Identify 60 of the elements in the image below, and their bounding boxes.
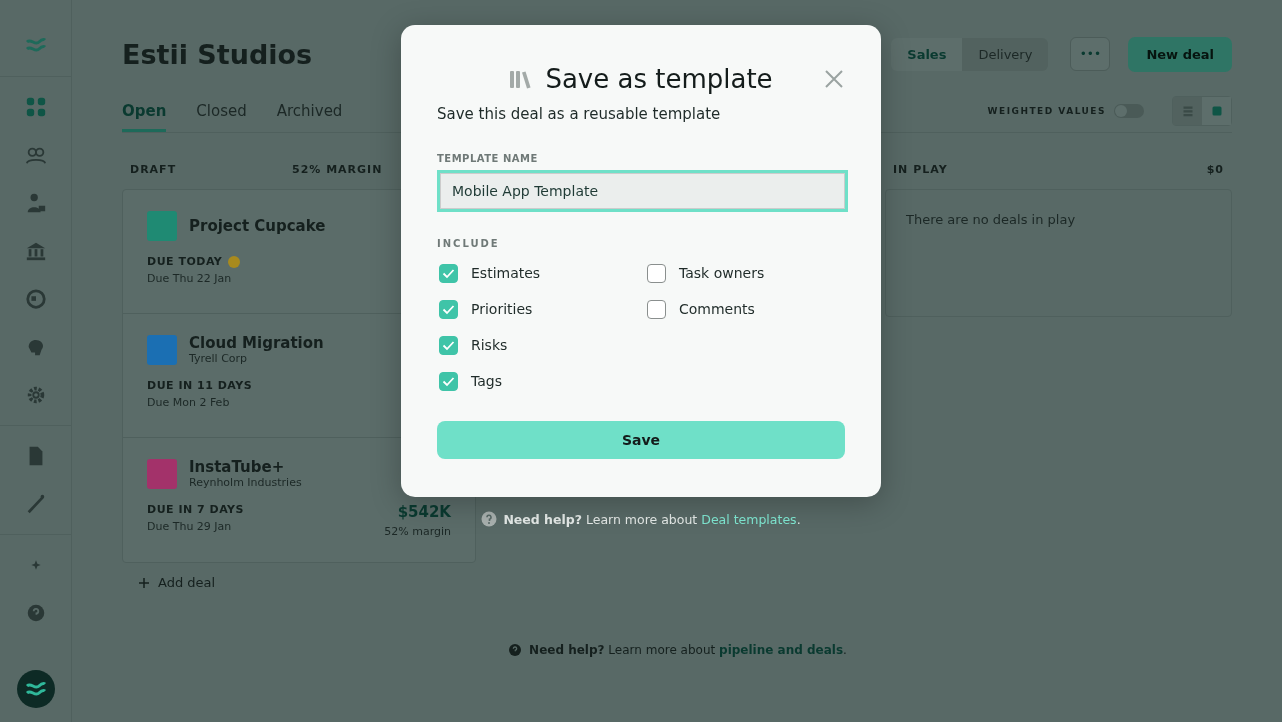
close-icon[interactable] bbox=[823, 68, 845, 90]
column-summary: 52% MARGIN bbox=[292, 162, 383, 176]
column-summary: $0 bbox=[1206, 162, 1224, 176]
grid-icon[interactable] bbox=[24, 96, 47, 118]
view-toggle[interactable]: Sales bbox=[891, 37, 963, 71]
due-date: Due Thu 22 Jan bbox=[147, 272, 233, 285]
avatar[interactable] bbox=[16, 670, 55, 708]
deal-value: $542K bbox=[396, 503, 451, 521]
view-mode-button[interactable] bbox=[1173, 97, 1202, 125]
toggle-label: WEIGHTED VALUES bbox=[987, 106, 1106, 116]
section-label: INCLUDE bbox=[437, 238, 501, 249]
checkbox-label: Task owners bbox=[679, 265, 765, 281]
add-deal-link[interactable]: Add deal bbox=[158, 575, 216, 590]
checkbox[interactable] bbox=[439, 335, 458, 355]
deal-name[interactable]: Cloud Migration bbox=[189, 334, 324, 352]
plus-icon bbox=[138, 576, 150, 589]
books-icon bbox=[509, 68, 532, 90]
checkbox-label: Priorities bbox=[471, 301, 533, 317]
checkbox-label: Risks bbox=[471, 337, 508, 353]
due-label: DUE IN 11 DAYS bbox=[147, 379, 253, 392]
checkbox[interactable] bbox=[647, 263, 666, 283]
more-button[interactable]: ••• bbox=[1070, 37, 1111, 71]
checkbox[interactable] bbox=[439, 299, 458, 319]
due-label: DUE IN 7 DAYS bbox=[147, 503, 244, 516]
save-button[interactable]: Save bbox=[437, 421, 845, 459]
client-name: Tyrell Corp bbox=[189, 352, 249, 365]
new-deal-button[interactable]: New deal bbox=[1128, 36, 1232, 72]
help-text: Need help? Learn more about pipeline and deals. bbox=[529, 643, 847, 657]
page-title: Estii Studios bbox=[122, 38, 314, 70]
checkbox-label: Comments bbox=[679, 301, 755, 317]
tab[interactable]: Open bbox=[122, 90, 167, 132]
deal-name[interactable]: Project Cupcake bbox=[189, 216, 326, 235]
column-title: DRAFT bbox=[130, 162, 178, 176]
help-icon bbox=[481, 511, 498, 527]
checkbox[interactable] bbox=[439, 263, 458, 283]
help-link[interactable]: Deal templates bbox=[701, 511, 797, 527]
checkbox-label: Estimates bbox=[471, 265, 541, 281]
deal-name[interactable]: InstaTube+ bbox=[189, 458, 302, 476]
due-date: Due Thu 29 Jan bbox=[147, 520, 233, 533]
tab[interactable]: Archived bbox=[276, 90, 343, 132]
column-title: IN PLAY bbox=[893, 162, 949, 176]
help-text: Need help? Learn more about Deal templates. bbox=[503, 511, 801, 527]
due-label: DUE TODAY bbox=[147, 255, 223, 268]
checkbox-label: Tags bbox=[471, 373, 502, 389]
tab[interactable]: Closed bbox=[196, 90, 247, 132]
checkbox[interactable] bbox=[439, 371, 458, 391]
dialog-title: Save as template bbox=[545, 64, 773, 94]
bank-icon[interactable] bbox=[24, 240, 47, 262]
empty-state: There are no deals in play bbox=[885, 189, 1232, 317]
template-name-field[interactable]: Mobile App Template bbox=[437, 170, 848, 212]
view-toggle[interactable]: Delivery bbox=[962, 37, 1049, 71]
due-date: Due Mon 2 Feb bbox=[147, 396, 231, 409]
dialog-subtitle: Save this deal as a reusable template bbox=[437, 105, 722, 123]
client-name: Reynholm Industries bbox=[189, 476, 302, 489]
globe-icon[interactable] bbox=[24, 288, 47, 310]
view-mode-button[interactable] bbox=[1202, 97, 1231, 125]
deal-margin: 52% margin bbox=[384, 525, 451, 538]
checkbox[interactable] bbox=[647, 299, 666, 319]
field-label: TEMPLATE NAME bbox=[437, 153, 539, 164]
help-icon bbox=[507, 642, 524, 658]
